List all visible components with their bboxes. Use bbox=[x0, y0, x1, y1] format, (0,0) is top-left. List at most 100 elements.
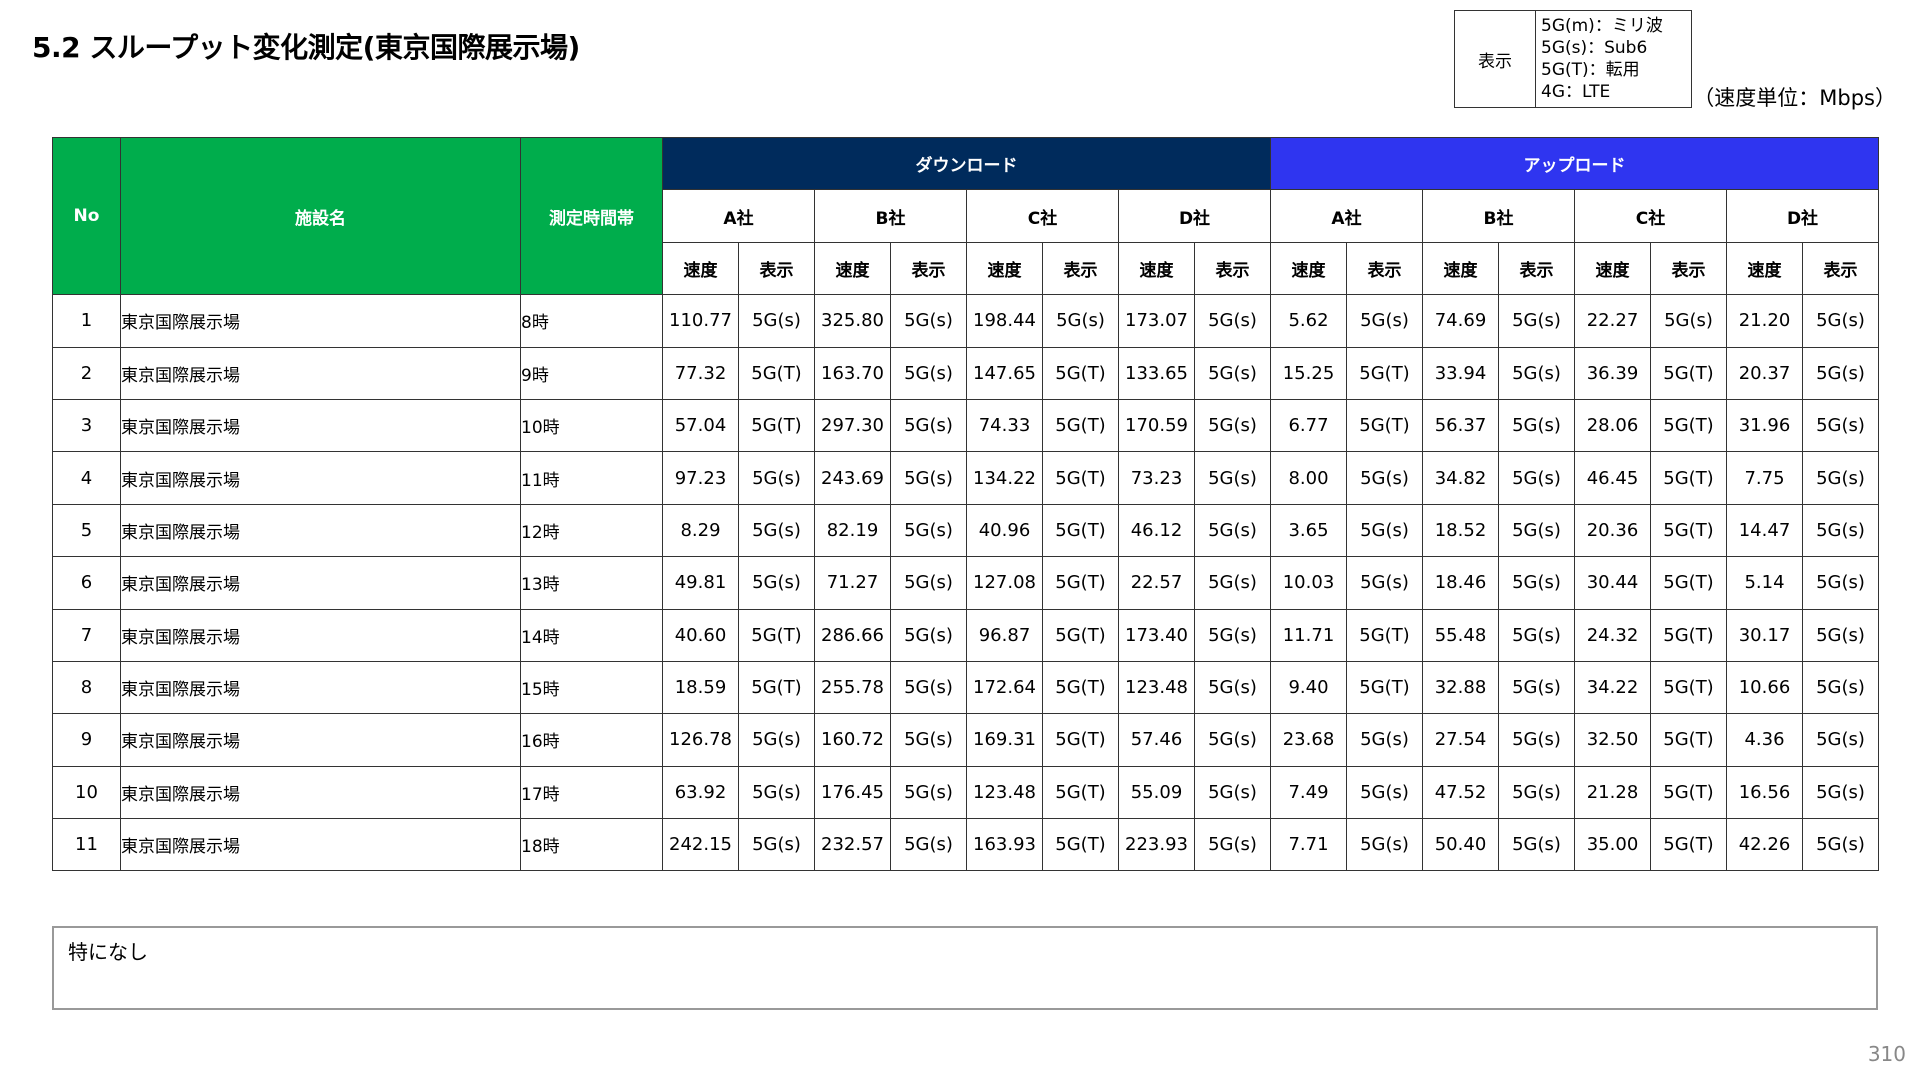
cell-display: 5G(s) bbox=[1802, 294, 1879, 348]
header-upload-company-3: D社 bbox=[1726, 189, 1879, 243]
cell-display: 5G(T) bbox=[1650, 660, 1727, 715]
cell-speed: 28.06 bbox=[1574, 398, 1651, 453]
notes-text: 特になし bbox=[68, 940, 148, 964]
cell-speed: 34.82 bbox=[1422, 451, 1499, 505]
cell-facility: 東京国際展示場 bbox=[120, 398, 521, 453]
cell-time: 9時 bbox=[520, 346, 663, 400]
header-speed: 速度 bbox=[1270, 241, 1347, 296]
cell-speed: 198.44 bbox=[966, 294, 1043, 348]
cell-speed: 50.40 bbox=[1422, 818, 1499, 872]
cell-display: 5G(s) bbox=[890, 713, 967, 767]
cell-time: 16時 bbox=[520, 713, 663, 767]
cell-speed: 63.92 bbox=[662, 765, 739, 820]
cell-speed: 82.19 bbox=[814, 503, 891, 558]
cell-display: 5G(s) bbox=[1194, 294, 1271, 348]
cell-time: 10時 bbox=[520, 398, 663, 453]
cell-display: 5G(s) bbox=[890, 346, 967, 400]
header-display: 表示 bbox=[1498, 241, 1575, 296]
header-upload-company-2: C社 bbox=[1574, 189, 1727, 243]
cell-speed: 286.66 bbox=[814, 608, 891, 662]
cell-speed: 172.64 bbox=[966, 660, 1043, 715]
cell-display: 5G(s) bbox=[890, 556, 967, 610]
page-title: 5.2 スループット変化測定(東京国際展示場) bbox=[32, 31, 580, 64]
header-download-company-0: A社 bbox=[662, 189, 815, 243]
cell-display: 5G(s) bbox=[1498, 556, 1575, 610]
table-row: 7 東京国際展示場 14時 40.60 5G(T) 286.66 5G(s) 96.87 5G(… bbox=[52, 608, 1879, 662]
cell-display: 5G(s) bbox=[890, 818, 967, 872]
cell-display: 5G(s) bbox=[1802, 713, 1879, 767]
notes-box: 特になし bbox=[52, 926, 1878, 1010]
cell-facility: 東京国際展示場 bbox=[120, 608, 521, 662]
cell-speed: 3.65 bbox=[1270, 503, 1347, 558]
header-speed: 速度 bbox=[1574, 241, 1651, 296]
header-download-company-1: B社 bbox=[814, 189, 967, 243]
legend-item-mmwave: 5G(m)：ミリ波 bbox=[1541, 16, 1663, 36]
cell-display: 5G(s) bbox=[1042, 294, 1119, 348]
cell-speed: 32.88 bbox=[1422, 660, 1499, 715]
cell-speed: 6.77 bbox=[1270, 398, 1347, 453]
cell-speed: 173.07 bbox=[1118, 294, 1195, 348]
cell-speed: 96.87 bbox=[966, 608, 1043, 662]
cell-display: 5G(s) bbox=[738, 503, 815, 558]
cell-display: 5G(T) bbox=[1042, 398, 1119, 453]
cell-speed: 297.30 bbox=[814, 398, 891, 453]
cell-display: 5G(s) bbox=[738, 765, 815, 820]
cell-speed: 23.68 bbox=[1270, 713, 1347, 767]
cell-display: 5G(T) bbox=[1650, 346, 1727, 400]
cell-facility: 東京国際展示場 bbox=[120, 660, 521, 715]
cell-speed: 74.33 bbox=[966, 398, 1043, 453]
cell-display: 5G(s) bbox=[1194, 818, 1271, 872]
cell-speed: 56.37 bbox=[1422, 398, 1499, 453]
cell-speed: 31.96 bbox=[1726, 398, 1803, 453]
cell-display: 5G(s) bbox=[1802, 608, 1879, 662]
cell-display: 5G(T) bbox=[1042, 608, 1119, 662]
header-display: 表示 bbox=[1650, 241, 1727, 296]
cell-speed: 325.80 bbox=[814, 294, 891, 348]
header-speed: 速度 bbox=[662, 241, 739, 296]
cell-speed: 40.96 bbox=[966, 503, 1043, 558]
cell-time: 8時 bbox=[520, 294, 663, 348]
cell-speed: 11.71 bbox=[1270, 608, 1347, 662]
cell-no: 2 bbox=[52, 346, 121, 400]
cell-no: 10 bbox=[52, 765, 121, 820]
cell-speed: 7.71 bbox=[1270, 818, 1347, 872]
cell-facility: 東京国際展示場 bbox=[120, 503, 521, 558]
cell-speed: 20.37 bbox=[1726, 346, 1803, 400]
header-upload-company-0: A社 bbox=[1270, 189, 1423, 243]
cell-speed: 27.54 bbox=[1422, 713, 1499, 767]
cell-display: 5G(T) bbox=[1042, 765, 1119, 820]
cell-display: 5G(s) bbox=[1498, 713, 1575, 767]
cell-display: 5G(s) bbox=[1498, 346, 1575, 400]
cell-speed: 170.59 bbox=[1118, 398, 1195, 453]
legend-items: 5G(m)：ミリ波 5G(s)：Sub6 5G(T)：転用 4G：LTE bbox=[1536, 11, 1691, 107]
cell-display: 5G(s) bbox=[1194, 503, 1271, 558]
cell-display: 5G(T) bbox=[1650, 608, 1727, 662]
cell-display: 5G(T) bbox=[738, 608, 815, 662]
cell-speed: 7.75 bbox=[1726, 451, 1803, 505]
cell-display: 5G(s) bbox=[1498, 451, 1575, 505]
cell-speed: 47.52 bbox=[1422, 765, 1499, 820]
cell-display: 5G(s) bbox=[890, 608, 967, 662]
cell-facility: 東京国際展示場 bbox=[120, 713, 521, 767]
cell-display: 5G(T) bbox=[738, 346, 815, 400]
cell-time: 18時 bbox=[520, 818, 663, 872]
cell-speed: 22.27 bbox=[1574, 294, 1651, 348]
table-row: 1 東京国際展示場 8時 110.77 5G(s) 325.80 5G(s) 198.44 5G… bbox=[52, 294, 1879, 348]
cell-speed: 10.66 bbox=[1726, 660, 1803, 715]
cell-display: 5G(s) bbox=[1194, 556, 1271, 610]
cell-speed: 173.40 bbox=[1118, 608, 1195, 662]
cell-display: 5G(s) bbox=[1194, 346, 1271, 400]
cell-display: 5G(T) bbox=[1650, 556, 1727, 610]
cell-speed: 55.48 bbox=[1422, 608, 1499, 662]
cell-no: 7 bbox=[52, 608, 121, 662]
cell-time: 13時 bbox=[520, 556, 663, 610]
header-speed: 速度 bbox=[1422, 241, 1499, 296]
cell-speed: 5.62 bbox=[1270, 294, 1347, 348]
cell-display: 5G(s) bbox=[1802, 660, 1879, 715]
cell-speed: 242.15 bbox=[662, 818, 739, 872]
cell-display: 5G(s) bbox=[1802, 398, 1879, 453]
cell-facility: 東京国際展示場 bbox=[120, 556, 521, 610]
cell-display: 5G(s) bbox=[1802, 556, 1879, 610]
cell-speed: 8.29 bbox=[662, 503, 739, 558]
cell-display: 5G(s) bbox=[1194, 660, 1271, 715]
